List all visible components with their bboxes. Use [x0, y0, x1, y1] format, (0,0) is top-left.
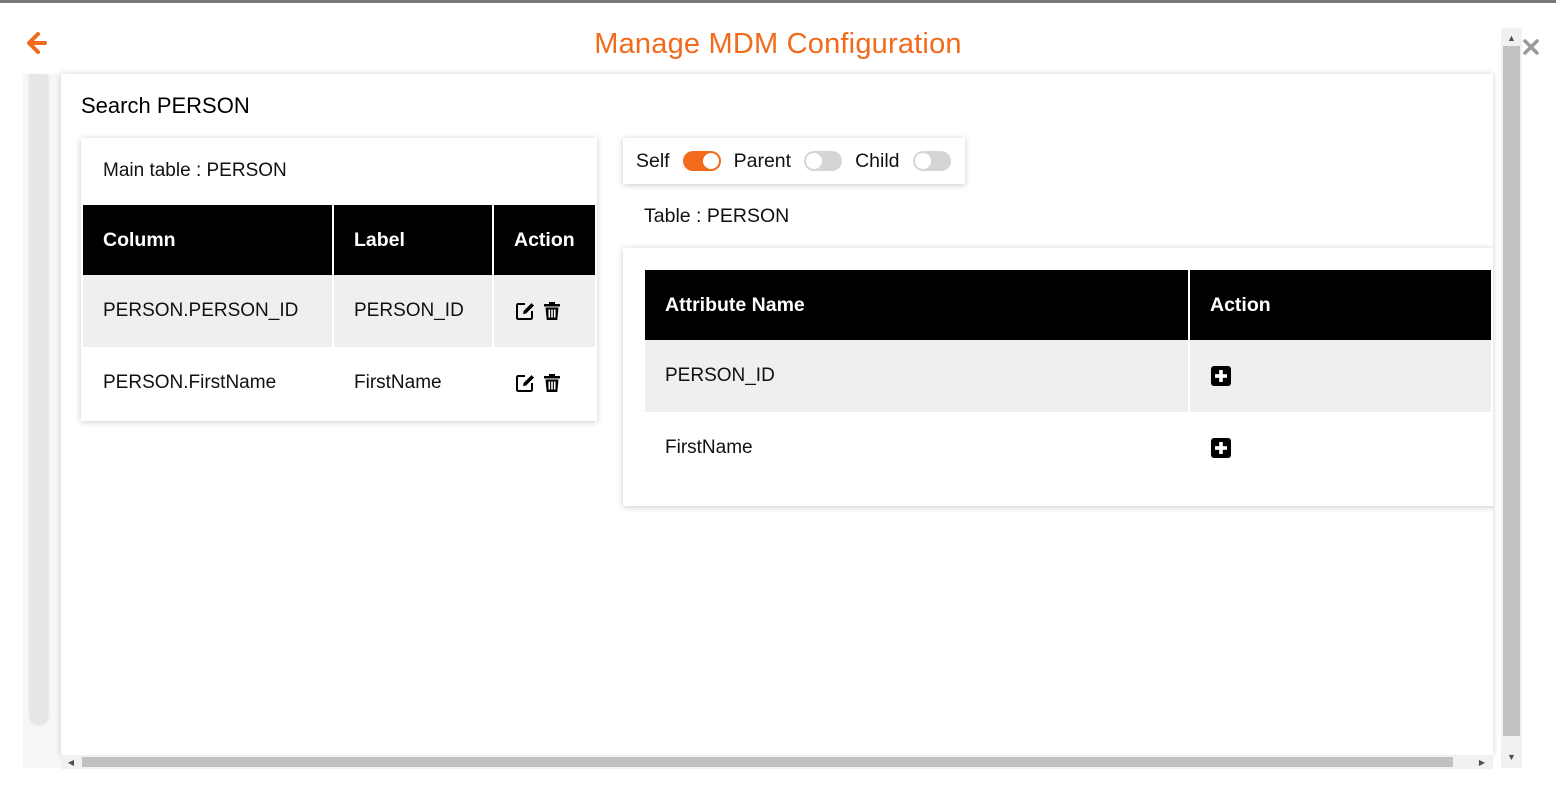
parent-toggle-label: Parent: [733, 149, 792, 172]
attribute-name-cell: FirstName: [645, 412, 1190, 484]
table-header-row: Attribute Name Action: [645, 270, 1491, 340]
toggle-knob: [806, 153, 823, 169]
scroll-left-arrow-icon[interactable]: ◀: [64, 756, 78, 770]
table-label: Table : PERSON: [644, 205, 790, 227]
scroll-up-arrow-icon[interactable]: ▲: [1501, 30, 1522, 46]
close-icon: [1523, 39, 1539, 55]
relation-toggle-bar: Self Parent Child: [623, 138, 965, 184]
action-cell: [1189, 412, 1491, 484]
table-row: PERSON.FirstName FirstName: [83, 347, 595, 419]
child-toggle-label: Child: [855, 149, 900, 172]
vertical-scrollbar-thumb[interactable]: [1503, 46, 1520, 736]
plus-square-icon[interactable]: [1210, 365, 1232, 387]
edit-icon[interactable]: [514, 300, 536, 322]
top-border: [0, 0, 1556, 3]
main-table-card: Main table : PERSON Column Label Action …: [81, 138, 597, 421]
action-cell: [493, 275, 595, 347]
table-row: PERSON.PERSON_ID PERSON_ID: [83, 275, 595, 347]
label-cell: PERSON_ID: [333, 275, 494, 347]
attribute-table-card: Attribute Name Action PERSON_ID FirstNam…: [623, 248, 1493, 506]
close-button[interactable]: [1520, 36, 1542, 58]
search-title: Search PERSON: [81, 93, 250, 118]
column-header: Column: [83, 205, 334, 275]
column-cell: PERSON.PERSON_ID: [83, 275, 334, 347]
action-cell: [493, 347, 595, 419]
attribute-table: Attribute Name Action PERSON_ID FirstNam…: [645, 270, 1491, 484]
self-toggle-label: Self: [636, 149, 670, 172]
label-cell: FirstName: [333, 347, 494, 419]
self-toggle[interactable]: [682, 151, 721, 171]
action-header: Action: [493, 205, 595, 275]
main-table: Column Label Action PERSON.PERSON_ID PER…: [83, 205, 595, 419]
toggle-knob: [702, 153, 719, 169]
parent-toggle[interactable]: [804, 151, 843, 171]
table-header-row: Column Label Action: [83, 205, 595, 275]
scroll-down-arrow-icon[interactable]: ▼: [1501, 749, 1522, 765]
trash-icon[interactable]: [541, 372, 563, 394]
side-rail-bar: [29, 74, 47, 724]
scroll-right-arrow-icon[interactable]: ▶: [1475, 756, 1489, 770]
page-title: Manage MDM Configuration: [594, 28, 962, 60]
toggle-knob: [914, 153, 931, 169]
horizontal-scrollbar-thumb[interactable]: [82, 757, 1453, 767]
label-header: Label: [333, 205, 494, 275]
attribute-name-header: Attribute Name: [645, 270, 1190, 340]
main-table-label: Main table : PERSON: [103, 160, 287, 181]
table-row: PERSON_ID: [645, 340, 1491, 412]
trash-icon[interactable]: [541, 300, 563, 322]
column-cell: PERSON.FirstName: [83, 347, 334, 419]
action-header: Action: [1189, 270, 1491, 340]
plus-square-icon[interactable]: [1210, 437, 1232, 459]
main-panel: Search PERSON Main table : PERSON Column…: [61, 74, 1493, 756]
child-toggle[interactable]: [912, 151, 951, 171]
attribute-name-cell: PERSON_ID: [645, 340, 1190, 412]
edit-icon[interactable]: [514, 372, 536, 394]
table-row: FirstName: [645, 412, 1491, 484]
action-cell: [1189, 340, 1491, 412]
